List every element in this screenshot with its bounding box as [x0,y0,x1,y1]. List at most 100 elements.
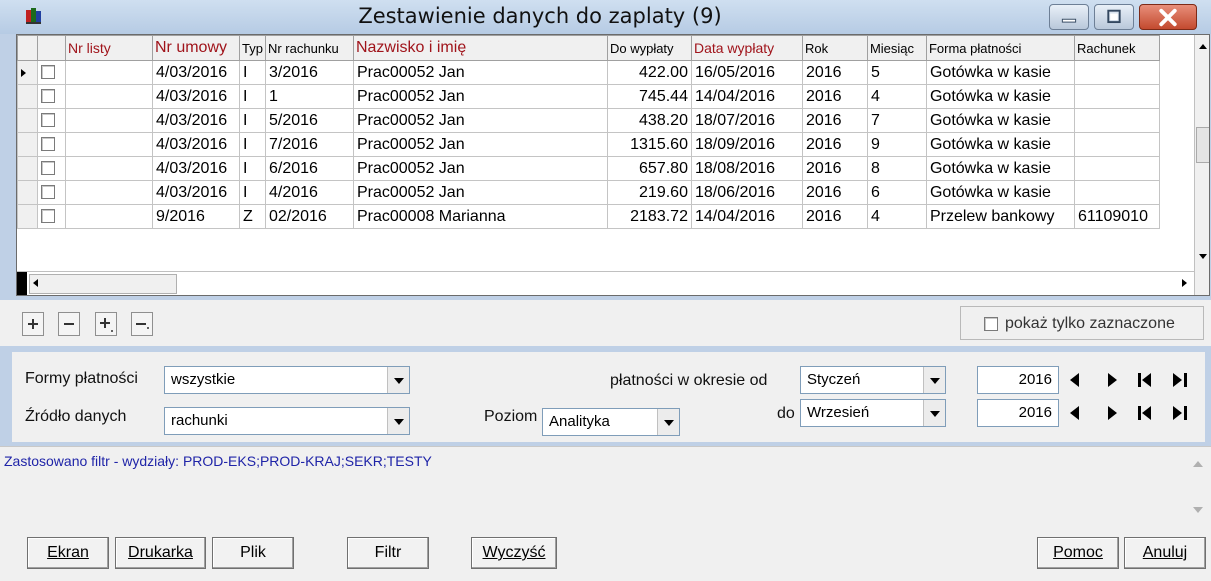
row-select-cell[interactable] [37,132,66,157]
table-row[interactable]: 9/2016 Z 02/2016 Prac00008 Marianna 2183.72 1… [17,204,1160,229]
table-cell[interactable]: 4 [866,84,927,109]
row-select-cell[interactable] [37,108,66,133]
table-cell[interactable]: 745.44 [606,84,692,109]
col-header-do-wyplaty[interactable]: Do wypłaty [606,35,692,61]
printer-button[interactable]: Drukarka [115,537,206,569]
col-header-rachunek[interactable]: Rachunek [1073,35,1160,61]
prev-year-to-button[interactable] [1064,399,1086,427]
table-cell[interactable] [1073,108,1160,133]
col-header-rok[interactable]: Rok [801,35,868,61]
payment-forms-select[interactable]: wszystkie [164,366,410,394]
chevron-down-icon[interactable] [923,400,945,426]
table-cell[interactable]: 2016 [801,204,868,229]
table-cell[interactable]: Prac00008 Marianna [352,204,608,229]
row-checkbox[interactable] [41,161,55,176]
table-cell[interactable]: 8 [866,156,927,181]
table-cell[interactable]: 9 [866,132,927,157]
col-header-nazwisko[interactable]: Nazwisko i imię [352,35,608,61]
row-checkbox[interactable] [41,209,55,224]
table-row[interactable]: 4/03/2016 I 1 Prac00052 Jan 745.44 14/04/2016… [17,84,1160,109]
table-cell[interactable]: 7/2016 [264,132,354,157]
row-select-cell[interactable] [37,84,66,109]
table-cell[interactable]: 4/2016 [264,180,354,205]
file-button[interactable]: Plik [212,537,294,569]
row-select-cell[interactable] [37,60,66,85]
filter-button[interactable]: Filtr [347,537,429,569]
table-cell[interactable]: 6 [866,180,927,205]
table-cell[interactable]: 4/03/2016 [152,156,240,181]
table-cell[interactable]: 18/07/2016 [690,108,803,133]
table-cell[interactable]: 16/05/2016 [690,60,803,85]
table-cell[interactable]: 2016 [801,132,868,157]
table-cell[interactable]: 14/04/2016 [690,84,803,109]
table-cell[interactable]: 18/09/2016 [690,132,803,157]
table-cell[interactable]: I [239,180,266,205]
table-cell[interactable]: 438.20 [606,108,692,133]
chevron-down-icon[interactable] [387,408,409,434]
table-cell[interactable]: 657.80 [606,156,692,181]
scroll-left-icon[interactable] [33,279,38,287]
row-indicator[interactable] [17,132,38,157]
row-indicator[interactable] [17,84,38,109]
screen-button[interactable]: Ekran [27,537,109,569]
cancel-button[interactable]: Anuluj [1124,537,1206,569]
row-indicator[interactable] [17,204,38,229]
table-cell[interactable]: 5 [866,60,927,85]
horizontal-scroll-thumb[interactable] [29,274,177,294]
row-indicator[interactable] [17,60,38,85]
table-cell[interactable]: 4/03/2016 [152,60,240,85]
table-cell[interactable]: Prac00052 Jan [352,132,608,157]
next-year-to-button[interactable] [1101,399,1123,427]
show-only-selected[interactable]: pokaż tylko zaznaczone [960,306,1204,340]
col-header-nr-umowy[interactable]: Nr umowy [152,35,240,61]
table-cell[interactable]: 2016 [801,180,868,205]
scroll-up-icon[interactable] [1199,44,1207,49]
table-cell[interactable]: 14/04/2016 [690,204,803,229]
row-checkbox[interactable] [41,113,55,128]
filter-info-memo[interactable]: Zastosowano filtr - wydziały: PROD-EKS;P… [0,446,1211,524]
table-cell[interactable] [1073,156,1160,181]
show-only-selected-checkbox[interactable] [984,317,998,331]
row-checkbox[interactable] [41,185,55,200]
col-header-typ[interactable]: Typ [239,35,266,61]
table-cell[interactable]: Gotówka w kasie [925,156,1075,181]
table-cell[interactable] [65,132,153,157]
row-checkbox[interactable] [41,65,55,80]
table-cell[interactable]: I [239,84,266,109]
table-cell[interactable]: I [239,132,266,157]
table-row[interactable]: 4/03/2016 I 5/2016 Prac00052 Jan 438.20 18/07… [17,108,1160,133]
table-cell[interactable]: Prac00052 Jan [352,108,608,133]
col-header-forma-platnosci[interactable]: Forma płatności [925,35,1075,61]
grid-vertical-scrollbar[interactable] [1194,35,1209,295]
table-cell[interactable]: Gotówka w kasie [925,132,1075,157]
table-cell[interactable]: 219.60 [606,180,692,205]
row-indicator[interactable] [17,180,38,205]
row-indicator[interactable] [17,108,38,133]
table-cell[interactable]: Gotówka w kasie [925,60,1075,85]
table-cell[interactable]: 61109010 [1073,204,1160,229]
table-cell[interactable]: Prac00052 Jan [352,180,608,205]
table-cell[interactable]: I [239,108,266,133]
remove-row-button[interactable] [58,312,80,336]
table-row[interactable]: 4/03/2016 I 7/2016 Prac00052 Jan 1315.60 18/0… [17,132,1160,157]
table-cell[interactable]: 9/2016 [152,204,240,229]
table-cell[interactable]: 02/2016 [264,204,354,229]
row-select-cell[interactable] [37,180,66,205]
table-cell[interactable] [65,60,153,85]
col-header-data-wyplaty[interactable]: Data wypłaty [690,35,803,61]
table-cell[interactable]: 18/08/2016 [690,156,803,181]
chevron-down-icon[interactable] [657,409,679,435]
table-cell[interactable] [65,156,153,181]
table-cell[interactable] [65,108,153,133]
memo-scrollbar[interactable] [1188,447,1208,525]
col-header-nr-rachunku[interactable]: Nr rachunku [264,35,354,61]
table-row[interactable]: 4/03/2016 I 3/2016 Prac00052 Jan 422.00 16/05… [17,60,1160,85]
next-year-button[interactable] [1101,366,1123,394]
table-cell[interactable] [1073,180,1160,205]
row-checkbox[interactable] [41,89,55,104]
scroll-down-icon[interactable] [1193,507,1203,513]
table-cell[interactable]: Gotówka w kasie [925,84,1075,109]
table-cell[interactable]: 2016 [801,108,868,133]
table-cell[interactable]: Prac00052 Jan [352,156,608,181]
last-year-to-button[interactable] [1168,399,1190,427]
